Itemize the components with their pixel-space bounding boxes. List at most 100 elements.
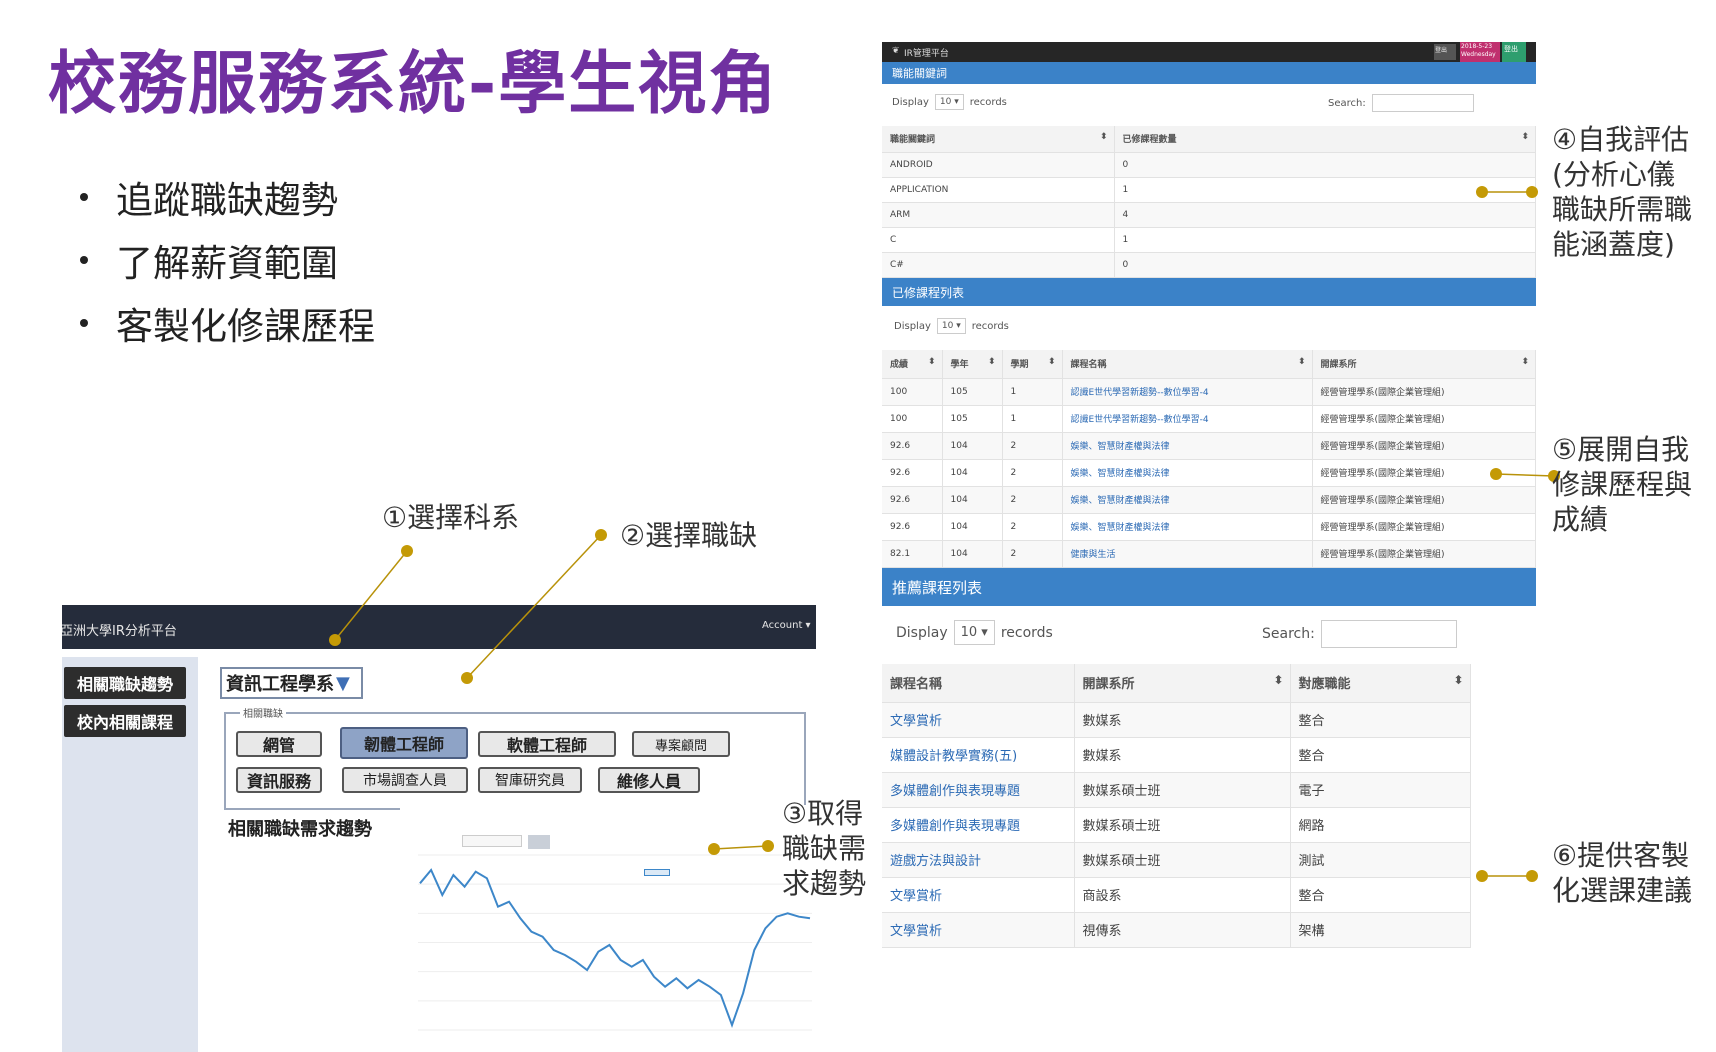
table-cell: 整合 bbox=[1290, 702, 1471, 738]
taken-courses-table: 成績 ⬍ 學年 ⬍ 學期 ⬍ 課程名稱 ⬍ 開課系所 ⬍ 100 105 1 認識E世代學習新趨勢--數… bbox=[882, 350, 1536, 568]
table-row: 92.6 104 2 娛樂、智慧財產權與法律 經營管理學系(國際企業管理組) bbox=[882, 432, 1536, 460]
course-link[interactable]: 文學賞析 bbox=[882, 702, 1075, 738]
column-header[interactable]: 開課系所 ⬍ bbox=[1312, 350, 1536, 379]
date-badge: 2018-5-23 Wednesday bbox=[1460, 42, 1500, 62]
table-cell: 4 bbox=[1114, 202, 1536, 228]
course-link[interactable]: 娛樂、智慧財產權與法律 bbox=[1062, 513, 1313, 541]
side-button-courses[interactable]: 校內相關課程 bbox=[64, 705, 186, 737]
table-cell: 2 bbox=[1002, 432, 1063, 460]
table-cell: 104 bbox=[942, 486, 1003, 514]
course-link[interactable]: 娛樂、智慧財產權與法律 bbox=[1062, 459, 1313, 487]
sort-icon: ⬍ bbox=[1297, 357, 1306, 368]
job-button[interactable]: 軟體工程師 bbox=[478, 731, 616, 757]
column-header[interactable]: 課程名稱 ⬍ bbox=[1062, 350, 1313, 379]
table-cell: 104 bbox=[942, 459, 1003, 487]
ir-top-bar: ❦ IR管理平台 登出 2018-5-23 Wednesday 登出 bbox=[882, 42, 1536, 62]
course-link[interactable]: 文學賞析 bbox=[882, 912, 1075, 948]
bullet-dot-icon bbox=[80, 318, 88, 327]
callout-marker bbox=[708, 843, 720, 855]
callout-marker bbox=[1526, 870, 1538, 882]
skills-table: 職能關鍵詞 ⬍ 已修課程數量 ⬍ ANDROID 0 APPLICATION 1 ARM 4 C… bbox=[882, 126, 1536, 278]
table-cell: 92.6 bbox=[882, 459, 943, 487]
callout-select-dept: ①選擇科系 bbox=[382, 501, 520, 534]
table-cell: 92.6 bbox=[882, 432, 943, 460]
table-cell: 104 bbox=[942, 513, 1003, 541]
table-row: C1 bbox=[882, 227, 1536, 253]
job-button[interactable]: 智庫研究員 bbox=[478, 767, 582, 793]
jobs-legend: 相關職缺 bbox=[240, 705, 286, 720]
recommended-table: 課程名稱 開課系所 ⬍ 對應職能 ⬍ 文學賞析 數媒系 整合 媒體設計教學實務(五) 數媒系 整合… bbox=[882, 664, 1536, 948]
sort-icon: ⬍ bbox=[1521, 132, 1529, 143]
table-cell: C# bbox=[882, 252, 1115, 278]
column-header[interactable]: 學期 ⬍ bbox=[1002, 350, 1063, 379]
table-cell: 數媒系 bbox=[1074, 702, 1291, 738]
job-button[interactable]: 市場調查人員 bbox=[342, 767, 468, 793]
column-header[interactable]: 開課系所 ⬍ bbox=[1074, 664, 1291, 703]
table-cell: 92.6 bbox=[882, 513, 943, 541]
course-link[interactable]: 娛樂、智慧財產權與法律 bbox=[1062, 432, 1313, 460]
sort-icon: ⬍ bbox=[1521, 357, 1529, 368]
column-header[interactable]: 成績 ⬍ bbox=[882, 350, 943, 379]
search-input[interactable] bbox=[1371, 94, 1474, 112]
page-size-select[interactable]: 10 ▾ bbox=[953, 620, 995, 645]
table-cell: 2 bbox=[1002, 486, 1063, 514]
table-row: 82.1 104 2 健康與生活 經營管理學系(國際企業管理組) bbox=[882, 540, 1536, 568]
table-cell: 數媒系 bbox=[1074, 737, 1291, 773]
table-cell: 商設系 bbox=[1074, 877, 1291, 913]
table-cell: APPLICATION bbox=[882, 177, 1115, 203]
table-cell: 82.1 bbox=[882, 540, 943, 568]
logout-badge[interactable]: 登出 bbox=[1502, 42, 1526, 62]
callout-marker bbox=[329, 634, 341, 646]
display-control: Display 10 ▾ records bbox=[896, 620, 1053, 645]
table-row: 多媒體創作與表現專題 數媒系碩士班 網路 bbox=[882, 807, 1536, 843]
table-row: 100 105 1 認識E世代學習新趨勢--數位學習-4 經營管理學系(國際企業管理組) bbox=[882, 405, 1536, 433]
sort-icon: ⬍ bbox=[1453, 673, 1464, 688]
course-link[interactable]: 娛樂、智慧財產權與法律 bbox=[1062, 486, 1313, 514]
job-button[interactable]: 網管 bbox=[236, 731, 322, 757]
column-header[interactable]: 對應職能 ⬍ bbox=[1290, 664, 1471, 703]
job-button[interactable]: 資訊服務 bbox=[236, 767, 322, 793]
bullet-dot-icon bbox=[80, 192, 88, 201]
callout-self-assess: ④自我評估 (分析心儀 職缺所需職 能涵蓋度) bbox=[1552, 123, 1693, 261]
course-link[interactable]: 認識E世代學習新趨勢--數位學習-4 bbox=[1062, 405, 1313, 433]
table-row: 100 105 1 認識E世代學習新趨勢--數位學習-4 經營管理學系(國際企業管理組) bbox=[882, 378, 1536, 406]
column-header[interactable]: 學年 ⬍ bbox=[942, 350, 1003, 379]
panel-header-skills: 職能關鍵詞 bbox=[882, 62, 1536, 84]
callout-course-advice: ⑥提供客製 化選課建議 bbox=[1552, 839, 1693, 907]
search-control: Search: bbox=[1328, 94, 1474, 112]
course-link[interactable]: 遊戲方法與設計 bbox=[882, 842, 1075, 878]
table-cell: 92.6 bbox=[882, 486, 943, 514]
job-button[interactable]: 專案顧問 bbox=[632, 731, 730, 757]
bullet-item: 客製化修課歷程 bbox=[80, 291, 375, 354]
table-cell: 經營管理學系(國際企業管理組) bbox=[1312, 513, 1536, 541]
course-link[interactable]: 多媒體創作與表現專題 bbox=[882, 772, 1075, 808]
side-button-job-trend[interactable]: 相關職缺趨勢 bbox=[64, 667, 186, 699]
table-cell: 2 bbox=[1002, 513, 1063, 541]
table-row: 媒體設計教學實務(五) 數媒系 整合 bbox=[882, 737, 1536, 773]
job-button-selected[interactable]: 韌體工程師 bbox=[340, 727, 468, 759]
leaf-icon: ❦ bbox=[892, 46, 900, 56]
page-size-select[interactable]: 10 ▾ bbox=[934, 94, 964, 110]
course-link[interactable]: 認識E世代學習新趨勢--數位學習-4 bbox=[1062, 378, 1313, 406]
table-cell: 經營管理學系(國際企業管理組) bbox=[1312, 432, 1536, 460]
page-size-select[interactable]: 10 ▾ bbox=[936, 318, 966, 334]
table-cell: 1 bbox=[1114, 227, 1536, 253]
bullet-dot-icon bbox=[80, 255, 88, 264]
course-link[interactable]: 健康與生活 bbox=[1062, 540, 1313, 568]
table-cell: 數媒系碩士班 bbox=[1074, 807, 1291, 843]
department-select[interactable]: 資訊工程學系 ▼ bbox=[220, 667, 363, 699]
top-tag[interactable]: 登出 bbox=[1434, 44, 1456, 60]
course-link[interactable]: 媒體設計教學實務(五) bbox=[882, 737, 1075, 773]
search-input[interactable] bbox=[1320, 620, 1457, 648]
column-header[interactable]: 課程名稱 bbox=[882, 664, 1075, 703]
callout-marker bbox=[1476, 870, 1488, 882]
account-menu[interactable]: Account ▾ bbox=[762, 620, 811, 631]
table-cell: 整合 bbox=[1290, 877, 1471, 913]
display-control: Display 10 ▾ records bbox=[894, 318, 1009, 334]
course-link[interactable]: 文學賞析 bbox=[882, 877, 1075, 913]
job-button[interactable]: 維修人員 bbox=[598, 767, 700, 793]
course-link[interactable]: 多媒體創作與表現專題 bbox=[882, 807, 1075, 843]
demand-trend-label: 相關職缺需求趨勢 bbox=[228, 819, 372, 840]
callout-marker bbox=[1490, 468, 1502, 480]
bullet-item: 了解薪資範圍 bbox=[80, 228, 375, 291]
